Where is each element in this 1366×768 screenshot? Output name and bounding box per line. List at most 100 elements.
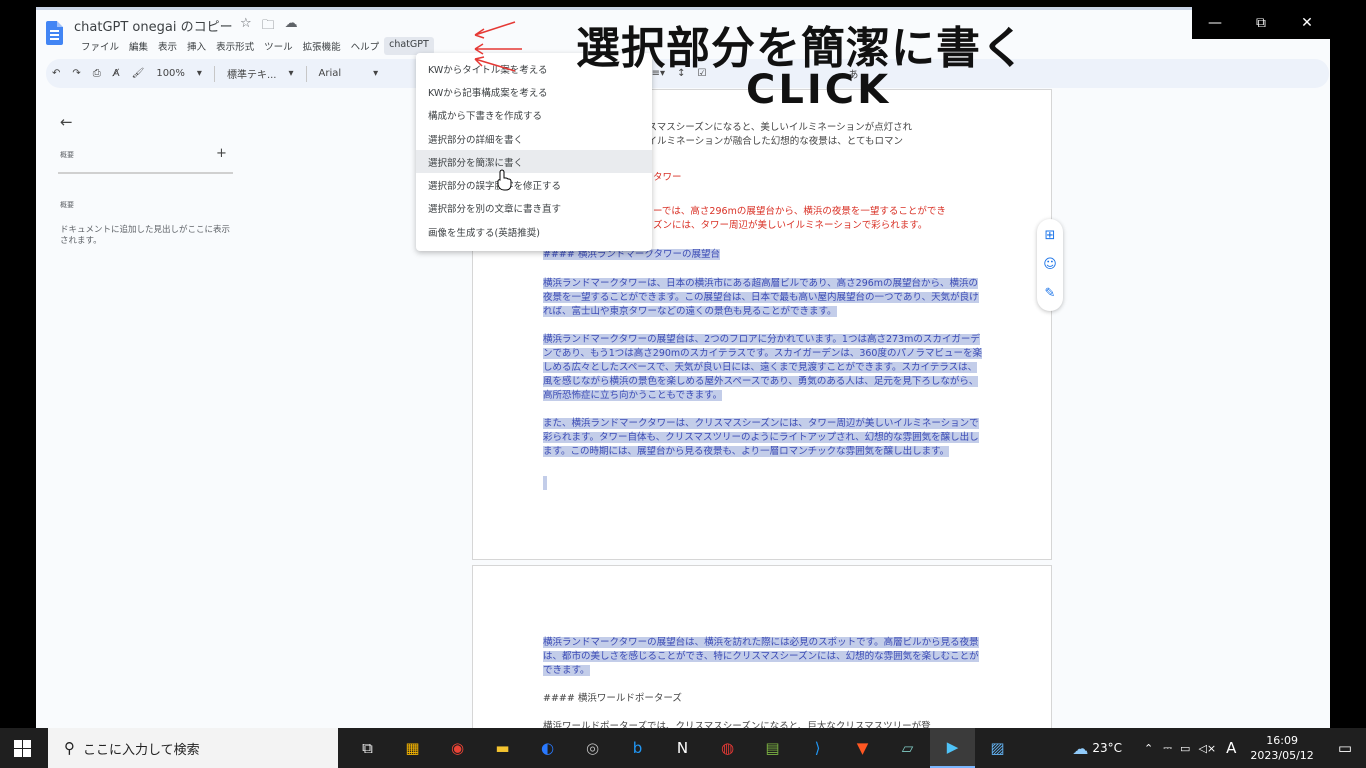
file-explorer-icon[interactable]: ▬ (480, 728, 525, 768)
menu-item-draft[interactable]: 構成から下書きを作成する (416, 104, 652, 127)
menubar: ファイル 編集 表示 挿入 表示形式 ツール 拡張機能 ヘルプ chatGPT (76, 37, 434, 55)
obs-icon[interactable]: ◎ (570, 728, 615, 768)
chevron-down-icon: ▾ (373, 68, 379, 79)
add-comment-icon[interactable]: ⊞ (1043, 229, 1057, 243)
toolbar-divider (213, 65, 215, 82)
video-player-icon[interactable]: ▶ (930, 728, 975, 768)
heading-text: #### 横浜ワールドポーターズ (543, 693, 682, 704)
menu-item-concise[interactable]: 選択部分を簡潔に書く (416, 150, 652, 174)
suggest-edit-icon[interactable]: ✎ (1043, 287, 1057, 301)
menu-view[interactable]: 表示 (153, 37, 182, 55)
window-controls: — ⧉ ✕ (1192, 7, 1330, 39)
selected-paragraph: 横浜ランドマークタワーの展望台は、2つのフロアに分かれています。1つは高さ273… (543, 334, 982, 401)
taskbar-apps: ⧉ ▦ ◉ ▬ ◐ ◎ b N ◍ ▤ ⟩ ▼ ▱ ▶ ▨ (345, 728, 1020, 768)
ime-indicator[interactable]: A (1226, 739, 1236, 757)
menu-edit[interactable]: 編集 (124, 37, 153, 55)
menu-item-image-gen[interactable]: 画像を生成する(英語推奨) (416, 220, 652, 243)
search-icon: ⚲ (64, 739, 75, 757)
body-text: 建物とイルミネーションが融合した幻想的な夜景は、とてもロマン (619, 136, 904, 147)
taskbar-search[interactable]: ⚲ ここに入力して検索 (48, 728, 338, 768)
outline-empty-message: ドキュメントに追加した見出しがここに表示されます。 (60, 225, 231, 246)
chatgpt-dropdown-menu: KWからタイトル案を考える KWから記事構成案を考える 構成から下書きを作成する… (416, 53, 652, 251)
menu-item-detail[interactable]: 選択部分の詳細を書く (416, 127, 652, 150)
notes-icon[interactable]: ▱ (885, 728, 930, 768)
outline-divider (58, 172, 233, 174)
store-icon[interactable]: ▦ (390, 728, 435, 768)
close-button[interactable]: ✕ (1284, 7, 1330, 39)
docs-logo-icon[interactable] (46, 21, 63, 45)
add-summary-icon[interactable]: + (216, 146, 227, 161)
cloud-status-icon[interactable]: ☁ (285, 16, 298, 38)
menu-extensions[interactable]: 拡張機能 (298, 37, 346, 55)
toolbar-divider (305, 65, 307, 82)
redo-icon[interactable]: ↷ (66, 68, 86, 79)
annotation-arrows (474, 21, 522, 72)
photos-icon[interactable]: ▨ (975, 728, 1020, 768)
network-icon[interactable]: ⎓ (1163, 741, 1172, 755)
annotation-click: CLICK (746, 67, 892, 113)
app-icon[interactable]: ◍ (705, 728, 750, 768)
minimize-button[interactable]: — (1192, 7, 1238, 39)
tray-overflow-icon[interactable]: ⌃ (1144, 742, 1153, 755)
spreadsheet-icon[interactable]: ▤ (750, 728, 795, 768)
selected-paragraph: また、横浜ランドマークタワーは、クリスマスシーズンには、タワー周辺が美しいイルミ… (543, 418, 979, 457)
menu-help[interactable]: ヘルプ (346, 37, 385, 55)
vscode-icon[interactable]: ⟩ (795, 728, 840, 768)
search-placeholder: ここに入力して検索 (83, 742, 200, 758)
windows-start-icon[interactable] (14, 740, 31, 757)
notifications-icon[interactable]: ▭ (1324, 739, 1366, 757)
print-icon[interactable]: ⎙ (87, 68, 107, 79)
emoji-reaction-icon[interactable]: ☺ (1043, 258, 1057, 272)
weather-icon: ☁ (1072, 738, 1089, 758)
red-text: ーでは、高さ296mの展望台から、横浜の夜景を一望することができ (653, 206, 946, 217)
clock[interactable]: 16:09 2023/05/12 (1240, 733, 1323, 763)
weather-temp[interactable]: 23°C (1092, 741, 1122, 755)
volume-icon[interactable]: ◁× (1198, 742, 1216, 755)
document-page[interactable]: 横浜ランドマークタワーの展望台は、横浜を訪れた際には必見のスポットです。高層ビル… (472, 565, 1052, 728)
chevron-down-icon: ▾ (196, 68, 202, 79)
outline-label: 概要 (60, 201, 74, 209)
battery-icon[interactable]: ▭ (1180, 742, 1190, 755)
selected-paragraph: 横浜ランドマークタワーは、日本の横浜市にある超高層ビルであり、高さ296mの展望… (543, 278, 979, 317)
star-icon[interactable]: ☆ (240, 16, 252, 38)
menu-format[interactable]: 表示形式 (211, 37, 259, 55)
chrome-icon[interactable]: ◉ (435, 728, 480, 768)
menu-item-rewrite[interactable]: 選択部分を別の文章に書き直す (416, 197, 652, 220)
bing-icon[interactable]: b (615, 728, 660, 768)
browser-window: chatGPT onegai のコピー ☆ 🗀 ☁ ファイル 編集 表示 挿入 … (36, 7, 1330, 728)
zoom-select[interactable]: 100% (150, 68, 191, 79)
system-tray: ☁ 23°C ⌃ ⎓ ▭ ◁× A 16:09 2023/05/12 ▭ (1072, 728, 1366, 768)
font-select[interactable]: Arial (313, 68, 348, 79)
style-select[interactable]: 標準テキ... (221, 66, 283, 81)
clock-time: 16:09 (1266, 734, 1298, 747)
taskbar: ⚲ ここに入力して検索 ⧉ ▦ ◉ ▬ ◐ ◎ b N ◍ ▤ ⟩ ▼ ▱ ▶ … (0, 728, 1366, 768)
menu-item-outline-ideas[interactable]: KWから記事構成案を考える (416, 80, 652, 103)
restore-button[interactable]: ⧉ (1238, 7, 1284, 39)
body-text: 、クリスマスシーズンになると、美しいイルミネーションが点灯され (619, 122, 913, 133)
spellcheck-icon[interactable]: A̸ (107, 68, 126, 79)
task-view-icon[interactable]: ⧉ (345, 728, 390, 768)
red-heading: タワー (653, 172, 682, 183)
chevron-down-icon: ▾ (288, 68, 294, 79)
red-text: ズンには、タワー周辺が美しいイルミネーションで彩られます。 (653, 220, 928, 231)
canva-icon[interactable]: ◐ (525, 728, 570, 768)
menu-tools[interactable]: ツール (259, 37, 298, 55)
selection-caret (543, 476, 547, 490)
paint-format-icon[interactable]: 🖌 (126, 68, 151, 79)
title-actions: ☆ 🗀 ☁ (240, 16, 298, 38)
brave-icon[interactable]: ▼ (840, 728, 885, 768)
document-title[interactable]: chatGPT onegai のコピー (74, 16, 233, 35)
menu-item-typo-fix[interactable]: 選択部分の誤字脱字を修正する (416, 173, 652, 196)
clock-date: 2023/05/12 (1250, 749, 1314, 762)
hand-cursor-icon (497, 169, 512, 191)
move-folder-icon[interactable]: 🗀 (262, 16, 275, 38)
menu-file[interactable]: ファイル (76, 37, 124, 55)
undo-icon[interactable]: ↶ (46, 68, 66, 79)
menu-insert[interactable]: 挿入 (182, 37, 211, 55)
outline-summary-label: 概要 (60, 151, 74, 159)
browser-top-strip (36, 7, 1330, 10)
selected-paragraph: 横浜ランドマークタワーの展望台は、横浜を訪れた際には必見のスポットです。高層ビル… (543, 637, 979, 676)
notion-icon[interactable]: N (660, 728, 705, 768)
back-arrow-icon[interactable]: ← (60, 113, 73, 131)
body-text: 横浜ワールドポーターズでは、クリスマスシーズンになると、巨大なクリスマスツリーが… (543, 721, 931, 728)
